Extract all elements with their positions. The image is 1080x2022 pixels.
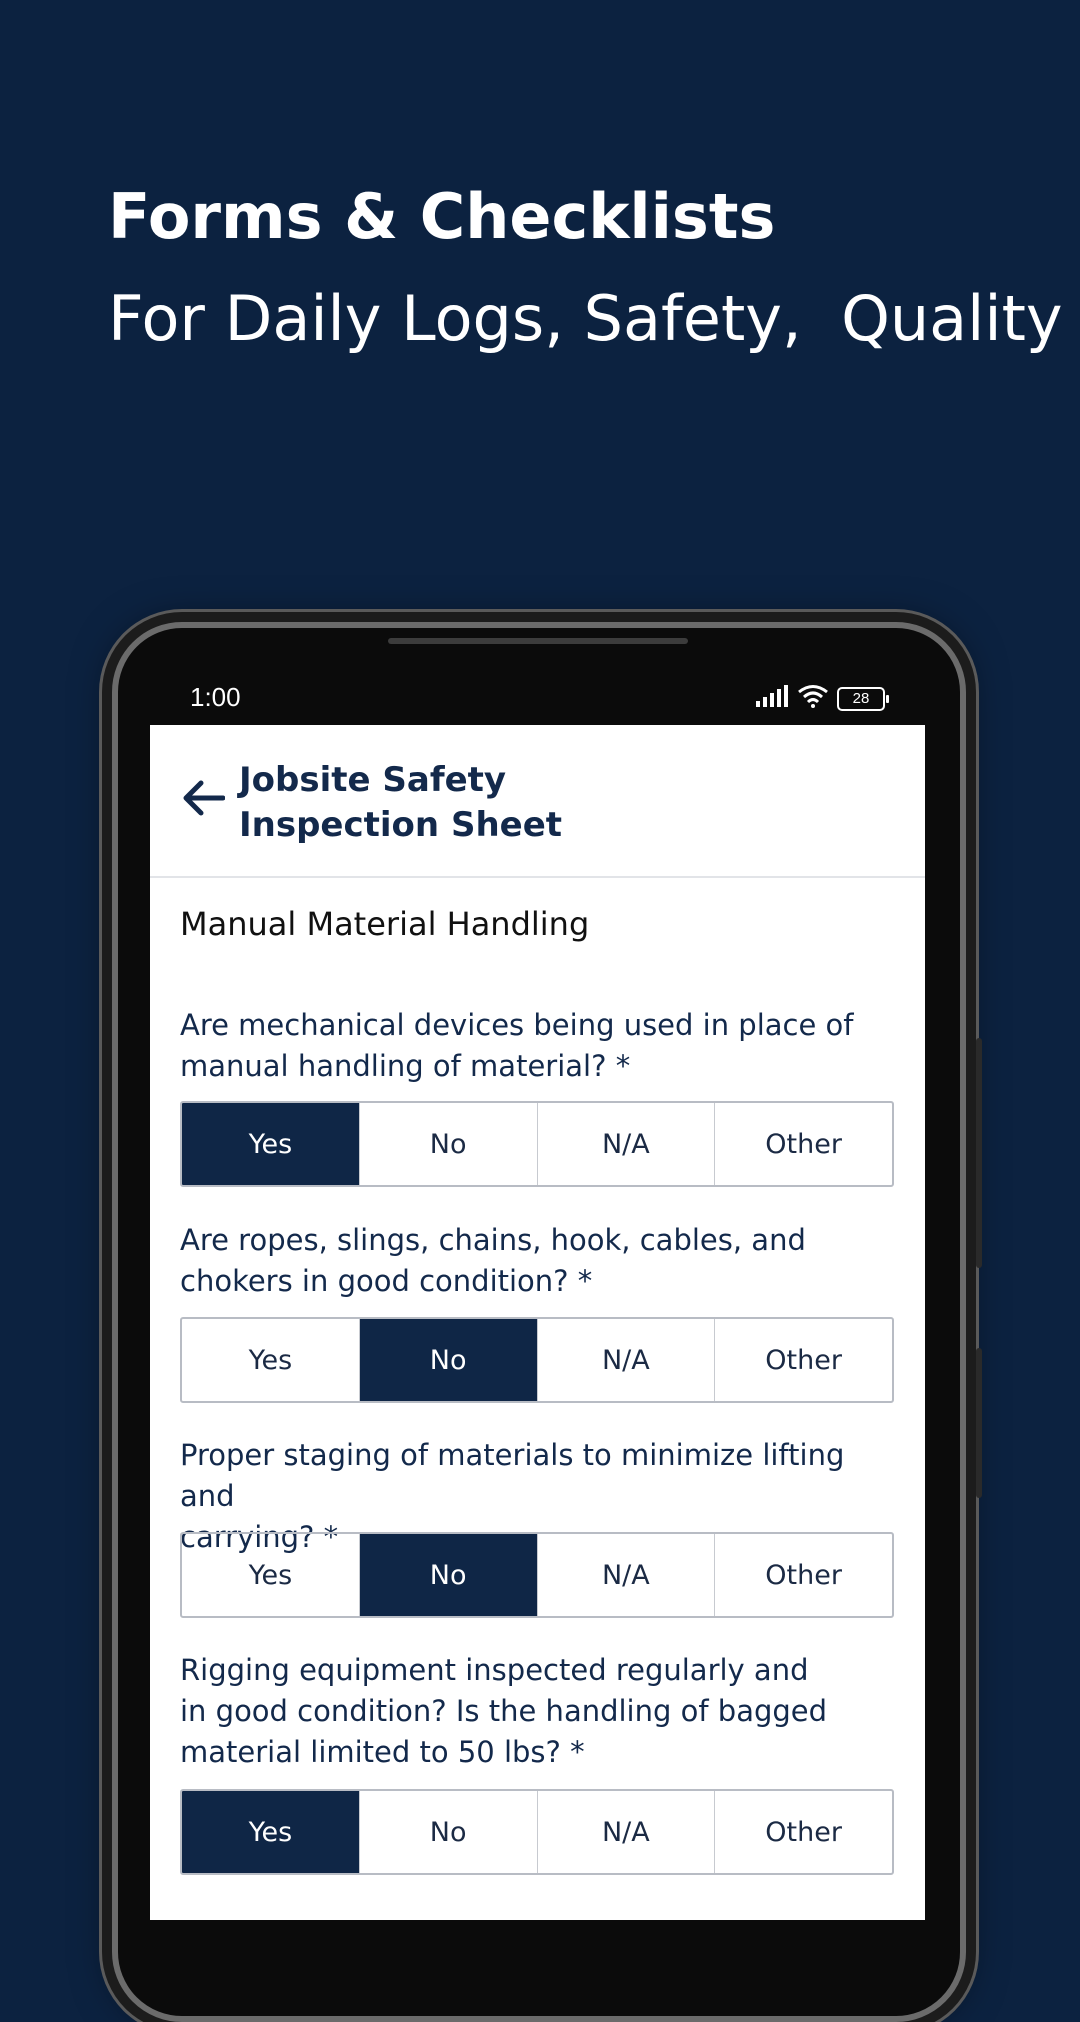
option-other[interactable]: Other: [715, 1534, 892, 1616]
option-other[interactable]: Other: [715, 1791, 892, 1873]
page-title-line: Jobsite Safety: [239, 760, 507, 800]
arrow-left-icon: [181, 778, 226, 823]
question-text-line: Proper staging of materials to minimize …: [180, 1438, 845, 1513]
option-yes[interactable]: Yes: [182, 1791, 360, 1873]
answer-segmented-control: Yes No N/A Other: [180, 1532, 894, 1618]
phone-side-button: [976, 1348, 982, 1498]
app-bar: Jobsite Safety Inspection Sheet: [150, 725, 925, 878]
option-na[interactable]: N/A: [538, 1791, 716, 1873]
promo-headline: Forms & Checklists: [108, 180, 776, 253]
option-yes[interactable]: Yes: [182, 1103, 360, 1185]
question-text-line: Are mechanical devices being used in pla…: [180, 1008, 854, 1042]
answer-segmented-control: Yes No N/A Other: [180, 1789, 894, 1875]
page-title: Jobsite Safety Inspection Sheet: [239, 758, 739, 848]
phone-speaker: [388, 638, 688, 644]
question-text-line: manual handling of material? *: [180, 1049, 631, 1083]
option-na[interactable]: N/A: [538, 1103, 716, 1185]
wifi-icon: [797, 684, 829, 713]
option-other[interactable]: Other: [715, 1103, 892, 1185]
status-icons: 28: [755, 684, 889, 713]
back-button[interactable]: [178, 775, 228, 825]
battery-icon: 28: [837, 686, 889, 711]
option-other[interactable]: Other: [715, 1319, 892, 1401]
question-label: Rigging equipment inspected regularly an…: [180, 1650, 900, 1773]
option-no[interactable]: No: [360, 1103, 538, 1185]
phone-side-button: [976, 1038, 982, 1268]
question-text-line: Rigging equipment inspected regularly an…: [180, 1653, 809, 1687]
option-yes[interactable]: Yes: [182, 1534, 360, 1616]
page-title-line: Inspection Sheet: [239, 805, 563, 845]
question-text-line: chokers in good condition? *: [180, 1264, 593, 1298]
option-na[interactable]: N/A: [538, 1319, 716, 1401]
answer-segmented-control: Yes No N/A Other: [180, 1317, 894, 1403]
signal-icon: [755, 685, 789, 712]
question-text-line: Are ropes, slings, chains, hook, cables,…: [180, 1223, 806, 1257]
question-label: Are ropes, slings, chains, hook, cables,…: [180, 1220, 900, 1302]
question-text-line: material limited to 50 lbs? *: [180, 1735, 585, 1769]
option-yes[interactable]: Yes: [182, 1319, 360, 1401]
status-time: 1:00: [190, 682, 241, 712]
question-label: Are mechanical devices being used in pla…: [180, 1005, 900, 1087]
app-screen: Jobsite Safety Inspection Sheet Manual M…: [150, 725, 925, 1920]
section-title: Manual Material Handling: [180, 905, 590, 943]
option-no[interactable]: No: [360, 1791, 538, 1873]
answer-segmented-control: Yes No N/A Other: [180, 1101, 894, 1187]
status-bar: 1:00 28: [150, 672, 925, 724]
promo-subheadline: For Daily Logs, Safety, Quality: [108, 282, 1063, 355]
option-na[interactable]: N/A: [538, 1534, 716, 1616]
question-text-line: in good condition? Is the handling of ba…: [180, 1694, 828, 1728]
option-no[interactable]: No: [359, 1534, 538, 1616]
option-no[interactable]: No: [359, 1319, 538, 1401]
